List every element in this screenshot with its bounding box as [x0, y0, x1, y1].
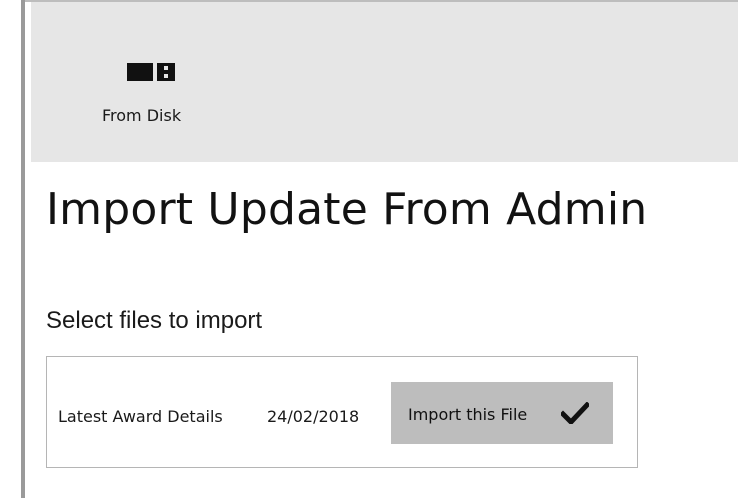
disk-icon — [127, 63, 175, 81]
file-list: Latest Award Details 24/02/2018 Import t… — [46, 356, 638, 468]
from-disk-label: From Disk — [102, 106, 182, 125]
file-name: Latest Award Details — [58, 407, 223, 426]
import-file-label: Import this File — [408, 405, 528, 424]
file-date: 24/02/2018 — [267, 407, 360, 426]
window-left-border — [21, 0, 25, 498]
import-file-button[interactable]: Import this File — [391, 382, 613, 444]
ribbon-toolbar: From Disk — [31, 2, 738, 162]
check-icon — [561, 402, 589, 424]
select-files-heading: Select files to import — [46, 307, 263, 334]
from-disk-button[interactable]: From Disk — [67, 55, 181, 130]
page-title: Import Update From Admin — [46, 184, 648, 235]
